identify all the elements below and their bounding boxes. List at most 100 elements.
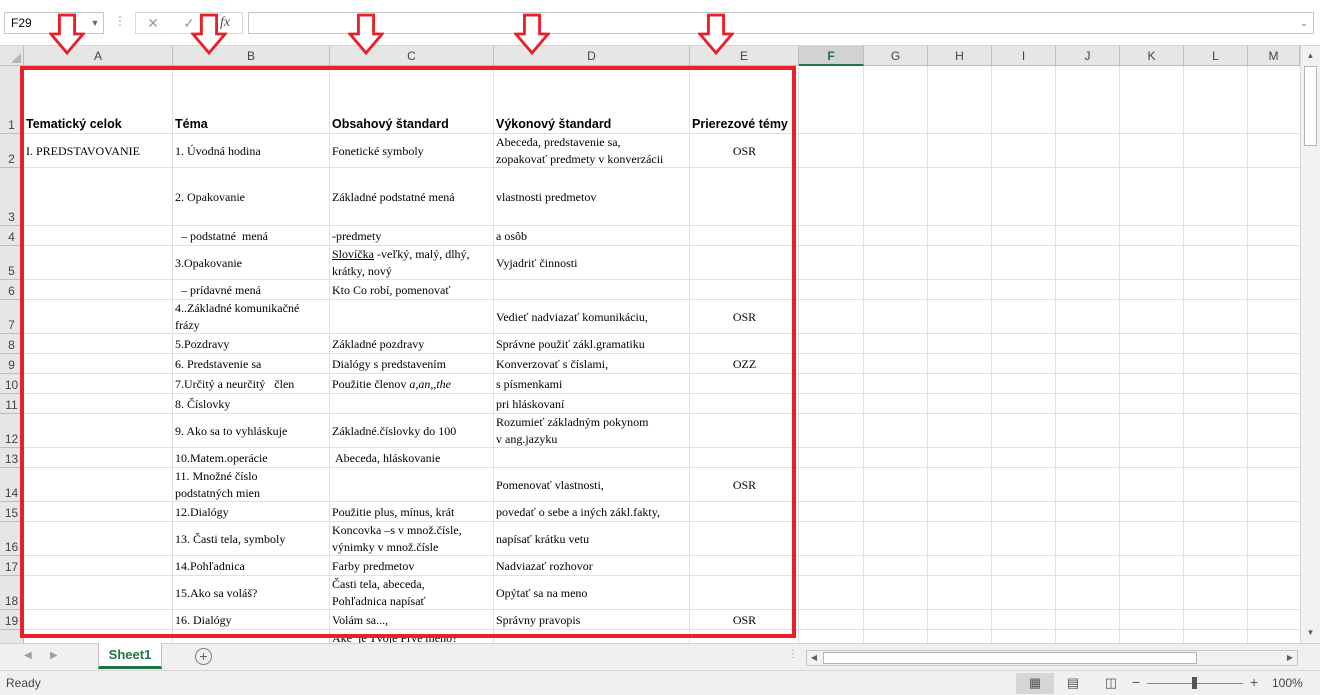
zoom-level[interactable]: 100% — [1272, 676, 1303, 690]
cell-a11[interactable] — [24, 394, 173, 414]
cell-b2[interactable]: 1. Úvodná hodina — [173, 134, 330, 168]
cell-d9[interactable]: Konverzovať s číslami, — [494, 354, 690, 374]
cell-d14[interactable]: Pomenovať vlastnosti, — [494, 468, 690, 502]
vertical-scrollbar[interactable]: ▲ ▼ — [1300, 46, 1320, 643]
cell-b17[interactable]: 14.Pohľadnica — [173, 556, 330, 576]
cell-e20[interactable] — [690, 630, 799, 643]
cell-e7[interactable]: OSR — [690, 300, 799, 334]
name-box-dropdown-icon[interactable]: ▼ — [87, 13, 103, 33]
cell-a2[interactable]: I. PREDSTAVOVANIE — [24, 134, 173, 168]
row-header-20[interactable]: 20 — [0, 630, 24, 643]
cell-a19[interactable] — [24, 610, 173, 630]
row-header-9[interactable]: 9 — [0, 354, 24, 374]
cell-b12[interactable]: 9. Ako sa to vyhláskuje — [173, 414, 330, 448]
row-header-14[interactable]: 14 — [0, 468, 24, 502]
cell-e13[interactable] — [690, 448, 799, 468]
row-header-2[interactable]: 2 — [0, 134, 24, 168]
zoom-in-icon[interactable]: + — [1250, 674, 1258, 690]
scroll-up-icon[interactable]: ▲ — [1303, 48, 1318, 64]
cell-c7[interactable] — [330, 300, 494, 334]
normal-view-icon[interactable]: ▦ — [1016, 673, 1054, 694]
row-header-12[interactable]: 12 — [0, 414, 24, 448]
cell-e16[interactable] — [690, 522, 799, 556]
cell-c14[interactable] — [330, 468, 494, 502]
cell-e9[interactable]: OZZ — [690, 354, 799, 374]
cell-b19[interactable]: 16. Dialógy — [173, 610, 330, 630]
cell-c2[interactable]: Fonetické symboly — [330, 134, 494, 168]
cell-c3[interactable]: Základné podstatné mená — [330, 168, 494, 226]
scroll-down-icon[interactable]: ▼ — [1303, 625, 1318, 641]
cell-e12[interactable] — [690, 414, 799, 448]
column-header-j[interactable]: J — [1056, 46, 1120, 66]
cell-c16[interactable]: Koncovka –s v množ.čísle, výnimky v množ… — [330, 522, 494, 556]
cell-e5[interactable] — [690, 246, 799, 280]
cell-a10[interactable] — [24, 374, 173, 394]
cell-a3[interactable] — [24, 168, 173, 226]
cell-c10[interactable]: Použitie členov a,an,,the — [330, 374, 494, 394]
cell-b3[interactable]: 2. Opakovanie — [173, 168, 330, 226]
cell-c6[interactable]: Kto Co robí, pomenovať — [330, 280, 494, 300]
cell-e10[interactable] — [690, 374, 799, 394]
cell-b8[interactable]: 5.Pozdravy — [173, 334, 330, 354]
cell-d3[interactable]: vlastnosti predmetov — [494, 168, 690, 226]
cell-d20[interactable]: anglických slov — [494, 630, 690, 644]
cell-d13[interactable] — [494, 448, 690, 468]
vertical-scroll-thumb[interactable] — [1304, 66, 1317, 146]
cell-c17[interactable]: Farby predmetov — [330, 556, 494, 576]
page-break-preview-icon[interactable]: ◫ — [1092, 673, 1130, 694]
cell-d17[interactable]: Nadviazať rozhovor — [494, 556, 690, 576]
column-header-a[interactable]: A — [24, 46, 173, 66]
cell-b9[interactable]: 6. Predstavenie sa — [173, 354, 330, 374]
cell-c20[interactable]: Aké je Tvoje Prvé meno? Priezvisko? — [330, 630, 494, 643]
cell-b5[interactable]: 3.Opakovanie — [173, 246, 330, 280]
horizontal-scroll-thumb[interactable] — [823, 652, 1197, 664]
cell-a13[interactable] — [24, 448, 173, 468]
cell-c1[interactable]: Obsahový štandard — [330, 66, 494, 134]
row-header-11[interactable]: 11 — [0, 394, 24, 414]
cell-c19[interactable]: Volám sa..., — [330, 610, 494, 630]
formula-input[interactable]: ⌄ — [248, 12, 1314, 34]
cell-d12[interactable]: Rozumieť základným pokynom v ang.jazyku — [494, 414, 690, 448]
cell-b18[interactable]: 15.Ako sa voláš? — [173, 576, 330, 610]
column-header-g[interactable]: G — [864, 46, 928, 66]
cell-a18[interactable] — [24, 576, 173, 610]
add-sheet-icon[interactable]: + — [195, 648, 212, 665]
cell-d1[interactable]: Výkonový štandard — [494, 66, 690, 134]
cell-e4[interactable] — [690, 226, 799, 246]
row-header-10[interactable]: 10 — [0, 374, 24, 394]
cell-a15[interactable] — [24, 502, 173, 522]
cell-a5[interactable] — [24, 246, 173, 280]
cell-d2[interactable]: Abeceda, predstavenie sa, zopakovať pred… — [494, 134, 690, 168]
cell-b20[interactable]: 17.Práca — [173, 630, 330, 644]
cell-a9[interactable] — [24, 354, 173, 374]
cell-a17[interactable] — [24, 556, 173, 576]
sheet-tab-sheet1[interactable]: Sheet1 — [98, 643, 162, 669]
cell-a16[interactable] — [24, 522, 173, 556]
cell-c15[interactable]: Použitie plus, mínus, krát — [330, 502, 494, 522]
cell-c12[interactable]: Základné.číslovky do 100 — [330, 414, 494, 448]
row-header-8[interactable]: 8 — [0, 334, 24, 354]
cell-b4[interactable]: – podstatné mená — [173, 226, 330, 246]
cell-c9[interactable]: Dialógy s predstavením — [330, 354, 494, 374]
cell-e17[interactable] — [690, 556, 799, 576]
row-header-19[interactable]: 19 — [0, 610, 24, 630]
cell-c8[interactable]: Základné pozdravy — [330, 334, 494, 354]
row-header-3[interactable]: 3 — [0, 168, 24, 226]
row-header-6[interactable]: 6 — [0, 280, 24, 300]
cell-e6[interactable] — [690, 280, 799, 300]
row-header-4[interactable]: 4 — [0, 226, 24, 246]
row-header-15[interactable]: 15 — [0, 502, 24, 522]
expand-formula-bar-icon[interactable]: ⌄ — [1297, 13, 1311, 33]
cell-e19[interactable]: OSR — [690, 610, 799, 630]
cell-e11[interactable] — [690, 394, 799, 414]
cell-c4[interactable]: -predmety — [330, 226, 494, 246]
cell-d8[interactable]: Správne použiť zákl.gramatiku — [494, 334, 690, 354]
cell-b10[interactable]: 7.Určitý a neurčitý člen — [173, 374, 330, 394]
cell-d4[interactable]: a osôb — [494, 226, 690, 246]
cell-e8[interactable] — [690, 334, 799, 354]
cell-e2[interactable]: OSR — [690, 134, 799, 168]
cell-e18[interactable] — [690, 576, 799, 610]
cell-b1[interactable]: Téma — [173, 66, 330, 134]
cell-a1[interactable]: Tematický celok — [24, 66, 173, 134]
cell-e1[interactable]: Prierezové témy — [690, 66, 799, 134]
